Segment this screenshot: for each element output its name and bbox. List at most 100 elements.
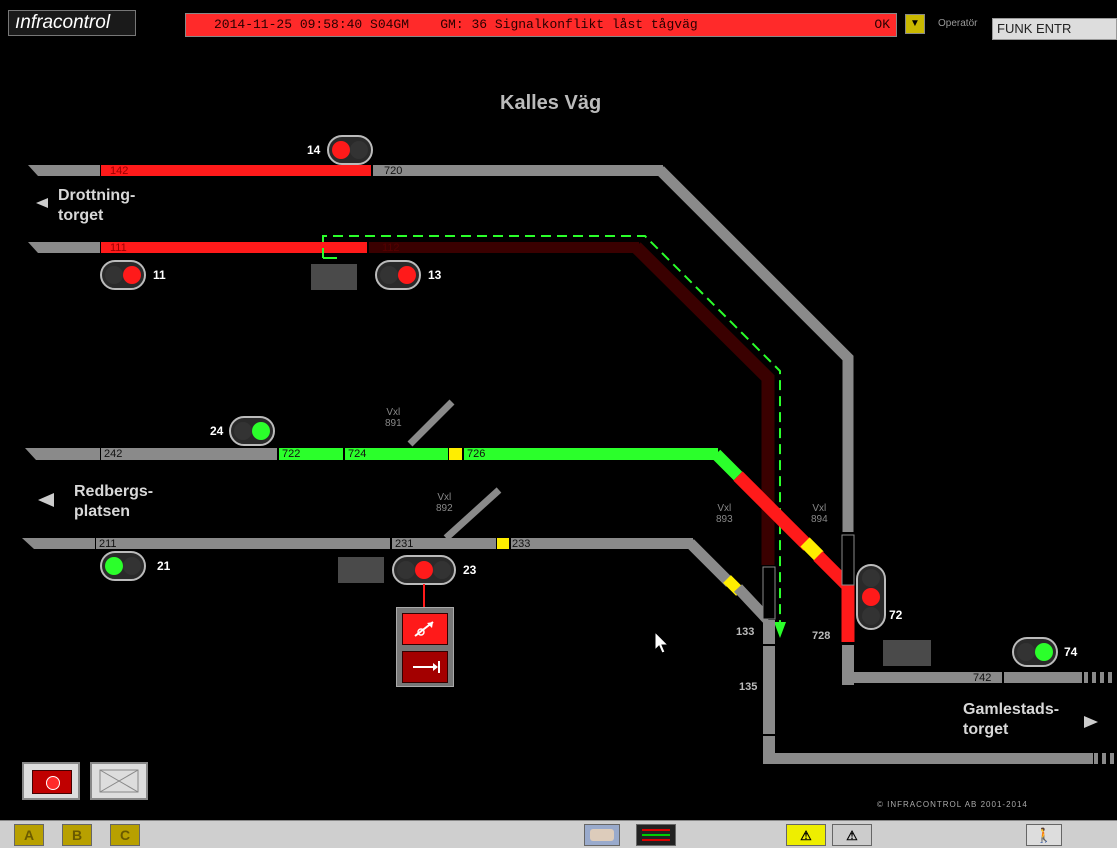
- event-list-button[interactable]: ⚠: [832, 824, 872, 846]
- track-circuit-box[interactable]: [883, 640, 931, 666]
- signal-72[interactable]: [856, 564, 886, 630]
- track-stub: [25, 448, 100, 460]
- operator-label: Operatör: [938, 18, 978, 29]
- area-c-button[interactable]: C: [110, 824, 140, 846]
- track-segment-242[interactable]: [101, 448, 277, 460]
- track-stub: [28, 242, 100, 253]
- area-b-button[interactable]: B: [62, 824, 92, 846]
- track-segment-720[interactable]: [373, 165, 663, 176]
- person-button[interactable]: 🚶: [1026, 824, 1062, 846]
- copyright: © INFRACONTROL AB 2001-2014: [877, 800, 1028, 809]
- track-233-curve: [686, 539, 734, 587]
- station-drottningtorget: Drottning- torget: [58, 186, 135, 226]
- route-arrow-icon: [774, 622, 786, 638]
- signal-14[interactable]: [327, 135, 373, 165]
- track-circuit-box[interactable]: [338, 557, 384, 583]
- segment-label-742: 742: [973, 672, 992, 684]
- station-label: platsen: [74, 503, 131, 520]
- operator-field[interactable]: FUNK ENTR: [992, 18, 1117, 40]
- record-button[interactable]: [22, 762, 80, 800]
- signal-label-72: 72: [889, 608, 903, 622]
- close-icon: [99, 769, 139, 793]
- info-icon: ⚠: [846, 828, 858, 843]
- track-segment-142[interactable]: [101, 165, 371, 176]
- track-segment-211[interactable]: [96, 538, 390, 549]
- track-segment-135[interactable]: [763, 646, 775, 734]
- segment-label-242: 242: [104, 448, 123, 460]
- page-title: Kalles Väg: [500, 92, 602, 114]
- alarm-bar[interactable]: 2014-11-25 09:58:40 S04GM GM: 36 Signalk…: [185, 13, 897, 37]
- track-720-end: [841, 534, 855, 586]
- signal-21[interactable]: [100, 551, 146, 581]
- signal-23[interactable]: [392, 555, 456, 585]
- segment-label-133: 133: [736, 626, 755, 638]
- signal-label-11: 11: [153, 268, 166, 282]
- track-segment-742[interactable]: [1004, 672, 1082, 683]
- segment-label-112: 112: [382, 242, 400, 254]
- switch-label-891: Vxl 891: [385, 407, 402, 429]
- track-stub: [22, 538, 95, 549]
- station-gamlestadstorget: Gamlestads- torget: [963, 700, 1059, 740]
- track-view-button[interactable]: [636, 824, 676, 846]
- station-label: torget: [58, 207, 104, 224]
- switch-891-branch: [407, 399, 455, 447]
- train-route-icon: [414, 621, 434, 637]
- signal-label-21: 21: [157, 559, 171, 573]
- track-map: [22, 135, 1114, 764]
- arrow-left-icon: [36, 198, 48, 208]
- track-locked-end: [762, 566, 776, 620]
- segment-label-724: 724: [348, 448, 367, 460]
- tracks-icon: [642, 829, 670, 841]
- record-icon: [32, 770, 72, 794]
- track-end-marker: [1094, 753, 1114, 764]
- track-segment-720-curve: [656, 166, 854, 532]
- signal-11[interactable]: [100, 260, 146, 290]
- arrow-left-icon: [38, 493, 54, 507]
- alarm-text: 2014-11-25 09:58:40 S04GM GM: 36 Signalk…: [214, 17, 698, 32]
- switch-894-indicator[interactable]: [800, 537, 824, 561]
- segment-label-211: 211: [99, 538, 117, 550]
- track-segment-133[interactable]: [763, 620, 775, 644]
- track-segment-112[interactable]: [369, 242, 639, 253]
- track-stub: [28, 165, 100, 176]
- track-bottom: [763, 753, 1093, 764]
- arrow-stop-icon: [413, 661, 440, 673]
- map-overview-button[interactable]: [584, 824, 620, 846]
- switch-892-indicator[interactable]: [497, 538, 509, 549]
- station-label: Drottning-: [58, 187, 136, 204]
- signal-74[interactable]: [1012, 637, 1058, 667]
- segment-label-726: 726: [467, 448, 486, 460]
- route-control-panel: [396, 607, 454, 687]
- track-segment-726[interactable]: [464, 448, 718, 460]
- locked-route-curve: [631, 242, 775, 565]
- person-icon: 🚶: [1035, 827, 1053, 843]
- segment-label-142: 142: [110, 165, 129, 177]
- alarm-dropdown-button[interactable]: ▼: [905, 14, 925, 34]
- segment-label-728: 728: [812, 630, 831, 642]
- area-a-button[interactable]: A: [14, 824, 44, 846]
- switch-891-indicator[interactable]: [449, 448, 462, 460]
- bottom-toolbar: A B C ⚠ ⚠ 🚶: [0, 820, 1117, 848]
- track-segment-111[interactable]: [101, 242, 367, 253]
- track-end-marker: [1084, 672, 1112, 683]
- map-icon: [590, 829, 614, 841]
- mouse-cursor-icon: [654, 630, 670, 654]
- top-bar: ınfracontrol 2014-11-25 09:58:40 S04GM G…: [0, 0, 1117, 48]
- switch-label-893: Vxl 893: [716, 503, 733, 525]
- signal-13[interactable]: [375, 260, 421, 290]
- switch-label-894: Vxl 894: [811, 503, 828, 525]
- chevron-down-icon: ▼: [910, 18, 920, 29]
- route-set-button[interactable]: [402, 613, 448, 645]
- alarm-ok-button[interactable]: OK: [874, 14, 890, 36]
- segment-label-722: 722: [282, 448, 301, 460]
- switch-label-892: Vxl 892: [436, 492, 453, 514]
- app-logo: ınfracontrol: [8, 10, 136, 36]
- route-release-button[interactable]: [402, 651, 448, 683]
- alarm-list-button[interactable]: ⚠: [786, 824, 826, 846]
- cancel-button[interactable]: [90, 762, 148, 800]
- segment-label-135: 135: [739, 681, 758, 693]
- signal-24[interactable]: [229, 416, 275, 446]
- segment-label-233: 233: [512, 538, 531, 550]
- track-segment-233[interactable]: [511, 538, 693, 549]
- track-circuit-box[interactable]: [311, 264, 357, 290]
